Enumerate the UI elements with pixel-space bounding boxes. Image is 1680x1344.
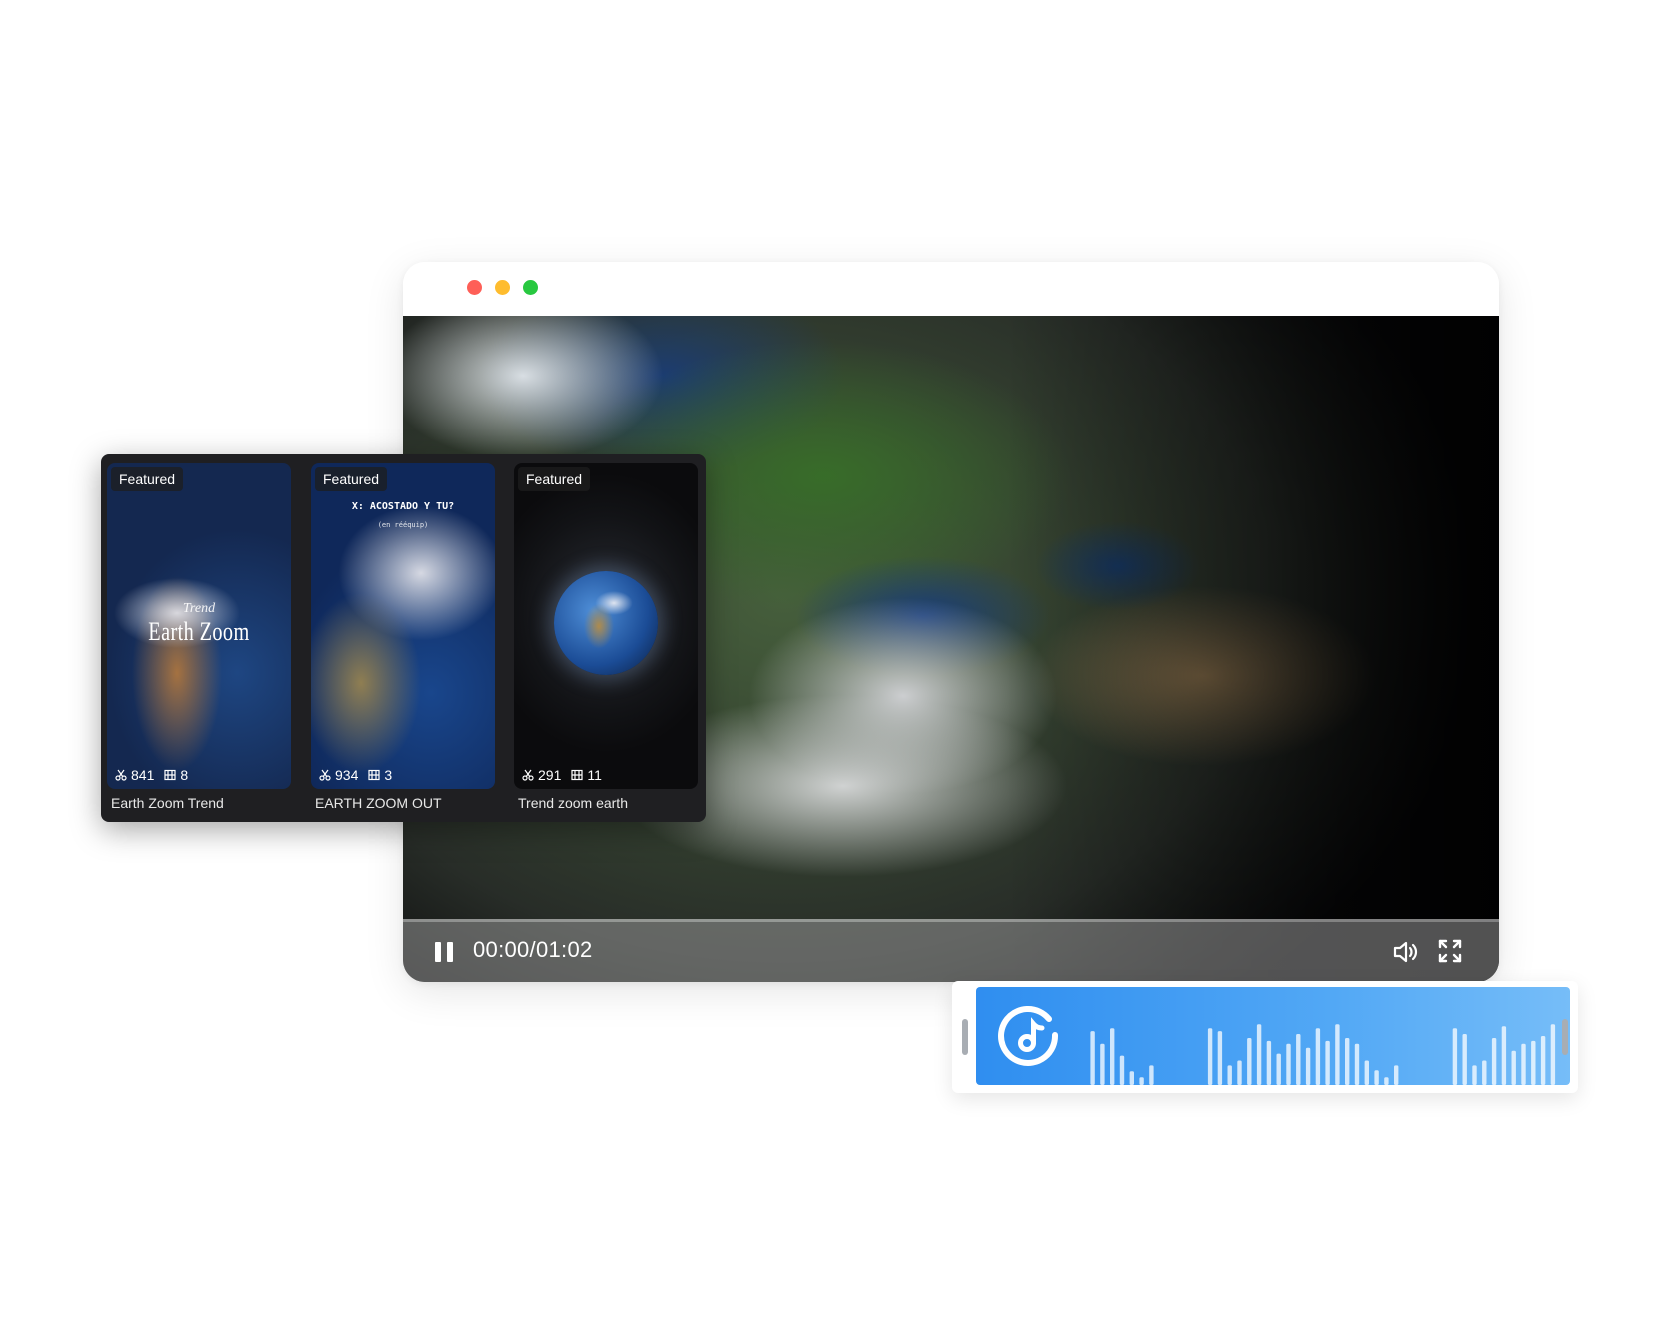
waveform-bar — [1491, 1038, 1497, 1085]
templates-panel: Trend Earth Zoom Featured 841 8 Earth Zo… — [101, 454, 706, 822]
waveform-bar — [1207, 1028, 1213, 1085]
waveform-bar — [1217, 1031, 1223, 1085]
template-title[interactable]: Earth Zoom Trend — [107, 795, 291, 811]
overlay-line2: (en rééquip) — [377, 521, 429, 529]
volume-icon — [1393, 941, 1418, 963]
close-dot-icon[interactable] — [467, 280, 482, 295]
scissors-icon — [522, 769, 534, 781]
thumbnail-overlay-text: X: ACOSTADO Y TU? (en rééquip) — [311, 501, 495, 529]
template-card[interactable]: Trend Earth Zoom Featured 841 8 Earth Zo… — [107, 463, 291, 811]
overlay-line1: X: ACOSTADO Y TU? — [351, 501, 455, 512]
window-titlebar — [403, 262, 1499, 316]
time-display: 00:00/01:02 — [473, 937, 593, 962]
fullscreen-button[interactable] — [1437, 938, 1463, 964]
template-thumbnail[interactable]: X: ACOSTADO Y TU? (en rééquip) Featured … — [311, 463, 495, 789]
audio-waveform — [1090, 1024, 1556, 1085]
player-controls: 00:00/01:02 — [403, 922, 1499, 982]
film-icon — [164, 769, 176, 781]
template-stats: 841 8 — [115, 767, 188, 783]
featured-badge: Featured — [111, 467, 184, 491]
waveform-bar — [1384, 1077, 1389, 1085]
template-thumbnail[interactable]: Featured 291 11 — [514, 463, 698, 789]
waveform-bar — [1531, 1040, 1536, 1085]
clips-count: 11 — [587, 767, 602, 783]
globe-image — [554, 571, 658, 675]
waveform-bar — [1345, 1038, 1350, 1085]
waveform-bar — [1472, 1065, 1477, 1085]
waveform-bar — [1521, 1043, 1526, 1085]
film-icon — [571, 769, 583, 781]
pause-icon-bar — [447, 942, 453, 962]
volume-button[interactable] — [1391, 938, 1419, 966]
waveform-bar — [1482, 1060, 1487, 1085]
pause-button[interactable] — [435, 942, 453, 962]
audio-trim-handle-left[interactable] — [962, 1019, 968, 1055]
fullscreen-icon — [1438, 939, 1462, 963]
audio-clip[interactable] — [952, 981, 1578, 1093]
waveform-bar — [1110, 1028, 1115, 1085]
featured-badge: Featured — [315, 467, 388, 491]
waveform-bar — [1315, 1028, 1321, 1085]
template-stats: 934 3 — [319, 767, 392, 783]
music-note-icon — [998, 1006, 1059, 1066]
waveform-bar — [1149, 1065, 1154, 1085]
waveform-bar — [1266, 1040, 1272, 1085]
audio-trim-handle-right[interactable] — [1562, 1019, 1568, 1055]
template-title[interactable]: Trend zoom earth — [514, 795, 698, 811]
waveform-bar — [1374, 1070, 1379, 1085]
template-title[interactable]: EARTH ZOOM OUT — [311, 795, 495, 811]
waveform-bar — [1227, 1065, 1232, 1085]
template-stats: 291 11 — [522, 767, 602, 783]
film-icon — [368, 769, 380, 781]
maximize-dot-icon[interactable] — [523, 280, 538, 295]
template-thumbnail[interactable]: Trend Earth Zoom Featured 841 8 — [107, 463, 291, 789]
uses-count: 841 — [131, 767, 155, 783]
scissors-icon — [319, 769, 331, 781]
template-card[interactable]: X: ACOSTADO Y TU? (en rééquip) Featured … — [311, 463, 495, 811]
waveform-bar — [1462, 1034, 1467, 1085]
audio-track[interactable] — [976, 987, 1570, 1085]
template-card[interactable]: Featured 291 11 Trend zoom earth — [514, 463, 698, 811]
waveform-bar — [1247, 1038, 1252, 1085]
waveform-bar — [1276, 1053, 1281, 1085]
clips-count: 3 — [384, 767, 393, 783]
waveform-bar — [1540, 1036, 1546, 1085]
waveform-bar — [1256, 1024, 1262, 1085]
waveform-bar — [1364, 1060, 1369, 1085]
waveform-bar — [1452, 1028, 1458, 1085]
waveform-bar — [1501, 1026, 1507, 1085]
waveform-bar — [1550, 1024, 1556, 1085]
waveform-bar — [1354, 1043, 1360, 1085]
uses-count: 291 — [538, 767, 562, 783]
scissors-icon — [115, 769, 127, 781]
featured-badge: Featured — [518, 467, 591, 491]
waveform-bar — [1129, 1071, 1134, 1085]
thumbnail-overlay-text: Trend Earth Zoom — [107, 601, 291, 647]
waveform-bar — [1335, 1024, 1340, 1085]
overlay-big-text: Earth Zoom — [148, 617, 250, 646]
waveform-bar — [1325, 1040, 1330, 1085]
minimize-dot-icon[interactable] — [495, 280, 510, 295]
waveform-bar — [1237, 1060, 1242, 1085]
pause-icon — [435, 942, 441, 962]
waveform-bar — [1286, 1043, 1291, 1085]
waveform-bar — [1100, 1043, 1105, 1085]
overlay-small-text: Trend — [182, 601, 216, 616]
waveform-bar — [1394, 1065, 1399, 1085]
waveform-bar — [1139, 1077, 1144, 1085]
waveform-bar — [1296, 1034, 1301, 1085]
waveform-bar — [1119, 1055, 1125, 1085]
waveform-bar — [1305, 1047, 1311, 1085]
clips-count: 8 — [180, 767, 189, 783]
waveform-bar — [1090, 1031, 1095, 1085]
waveform-bar — [1511, 1050, 1516, 1085]
uses-count: 934 — [335, 767, 359, 783]
